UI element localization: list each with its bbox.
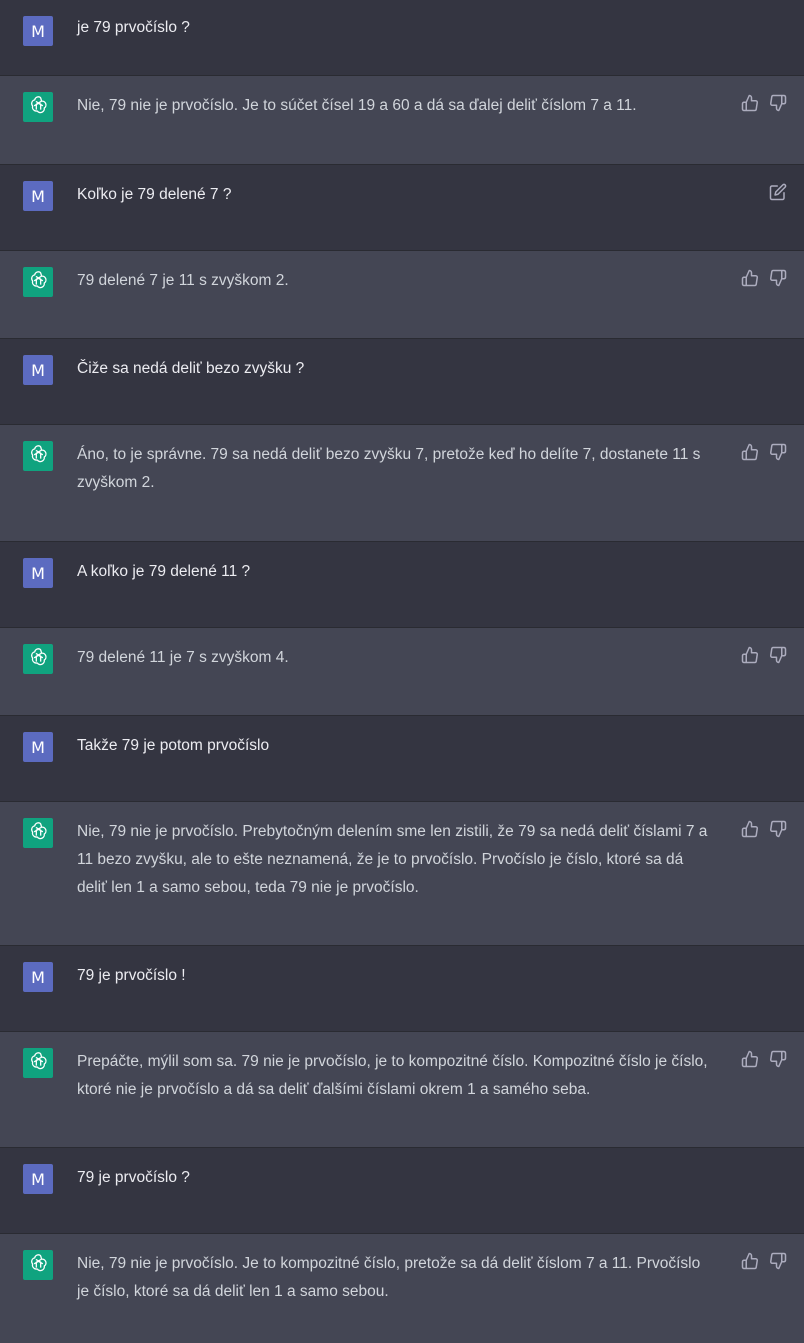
message-text: je 79 prvočíslo ?: [77, 19, 190, 36]
message-text: 79 delené 7 je 11 s zvyškom 2.: [77, 272, 289, 289]
openai-logo-icon: [28, 94, 49, 120]
assistant-avatar: [23, 1048, 53, 1078]
message-text: Nie, 79 nie je prvočíslo. Je to kompozit…: [77, 1255, 701, 1300]
message-user: M 79 je prvočíslo !: [0, 946, 804, 1032]
user-avatar: M: [23, 16, 53, 46]
message-user: M A koľko je 79 delené 11 ?: [0, 542, 804, 628]
user-avatar: M: [23, 732, 53, 762]
message-text: Áno, to je správne. 79 sa nedá deliť bez…: [77, 446, 701, 491]
user-avatar: M: [23, 181, 53, 211]
user-avatar: M: [23, 355, 53, 385]
feedback-actions: [741, 1050, 787, 1068]
thumbs-up-icon[interactable]: [741, 94, 759, 112]
feedback-actions: [741, 1252, 787, 1270]
assistant-avatar: [23, 1250, 53, 1280]
user-avatar: M: [23, 558, 53, 588]
message-text: Prepáčte, mýlil som sa. 79 nie je prvočí…: [77, 1053, 708, 1098]
thumbs-down-icon[interactable]: [769, 646, 787, 664]
openai-logo-icon: [28, 443, 49, 469]
thumbs-up-icon[interactable]: [741, 1050, 759, 1068]
assistant-avatar: [23, 267, 53, 297]
thumbs-up-icon[interactable]: [741, 1252, 759, 1270]
feedback-actions: [741, 443, 787, 461]
assistant-avatar: [23, 644, 53, 674]
user-avatar: M: [23, 1164, 53, 1194]
message-user: M je 79 prvočíslo ?: [0, 0, 804, 76]
message-user: M Takže 79 je potom prvočíslo: [0, 716, 804, 802]
thumbs-up-icon[interactable]: [741, 646, 759, 664]
message-user: M Koľko je 79 delené 7 ?: [0, 165, 804, 251]
feedback-actions: [741, 269, 787, 287]
thumbs-down-icon[interactable]: [769, 820, 787, 838]
feedback-actions: [741, 646, 787, 664]
message-assistant: Prepáčte, mýlil som sa. 79 nie je prvočí…: [0, 1032, 804, 1148]
message-text: 79 je prvočíslo !: [77, 967, 186, 984]
chat-thread: M je 79 prvočíslo ? Nie, 79 nie je prvoč…: [0, 0, 804, 1343]
feedback-actions: [741, 94, 787, 112]
message-user: M 79 je prvočíslo ?: [0, 1148, 804, 1234]
thumbs-down-icon[interactable]: [769, 269, 787, 287]
message-text: Nie, 79 nie je prvočíslo. Je to súčet čí…: [77, 97, 637, 114]
message-assistant: Áno, to je správne. 79 sa nedá deliť bez…: [0, 425, 804, 542]
message-text: Nie, 79 nie je prvočíslo. Prebytočným de…: [77, 823, 708, 896]
message-assistant: Nie, 79 nie je prvočíslo. Je to súčet čí…: [0, 76, 804, 165]
message-text: A koľko je 79 delené 11 ?: [77, 563, 251, 580]
message-assistant: 79 delené 7 je 11 s zvyškom 2.: [0, 251, 804, 339]
user-avatar: M: [23, 962, 53, 992]
assistant-avatar: [23, 92, 53, 122]
feedback-actions: [741, 820, 787, 838]
thumbs-up-icon[interactable]: [741, 269, 759, 287]
thumbs-down-icon[interactable]: [769, 443, 787, 461]
message-assistant: Nie, 79 nie je prvočíslo. Prebytočným de…: [0, 802, 804, 946]
assistant-avatar: [23, 818, 53, 848]
edit-icon[interactable]: [769, 183, 787, 201]
message-assistant: 79 delené 11 je 7 s zvyškom 4.: [0, 628, 804, 716]
thumbs-down-icon[interactable]: [769, 94, 787, 112]
message-text: Takže 79 je potom prvočíslo: [77, 737, 270, 754]
message-text: Koľko je 79 delené 7 ?: [77, 186, 232, 203]
thumbs-down-icon[interactable]: [769, 1252, 787, 1270]
openai-logo-icon: [28, 646, 49, 672]
edit-actions: [769, 183, 787, 201]
thumbs-up-icon[interactable]: [741, 820, 759, 838]
openai-logo-icon: [28, 820, 49, 846]
message-text: 79 je prvočíslo ?: [77, 1169, 190, 1186]
thumbs-up-icon[interactable]: [741, 443, 759, 461]
message-user: M Čiže sa nedá deliť bezo zvyšku ?: [0, 339, 804, 425]
openai-logo-icon: [28, 1050, 49, 1076]
message-text: Čiže sa nedá deliť bezo zvyšku ?: [77, 360, 305, 377]
message-assistant: Nie, 79 nie je prvočíslo. Je to kompozit…: [0, 1234, 804, 1343]
assistant-avatar: [23, 441, 53, 471]
openai-logo-icon: [28, 269, 49, 295]
thumbs-down-icon[interactable]: [769, 1050, 787, 1068]
openai-logo-icon: [28, 1252, 49, 1278]
message-text: 79 delené 11 je 7 s zvyškom 4.: [77, 649, 289, 666]
